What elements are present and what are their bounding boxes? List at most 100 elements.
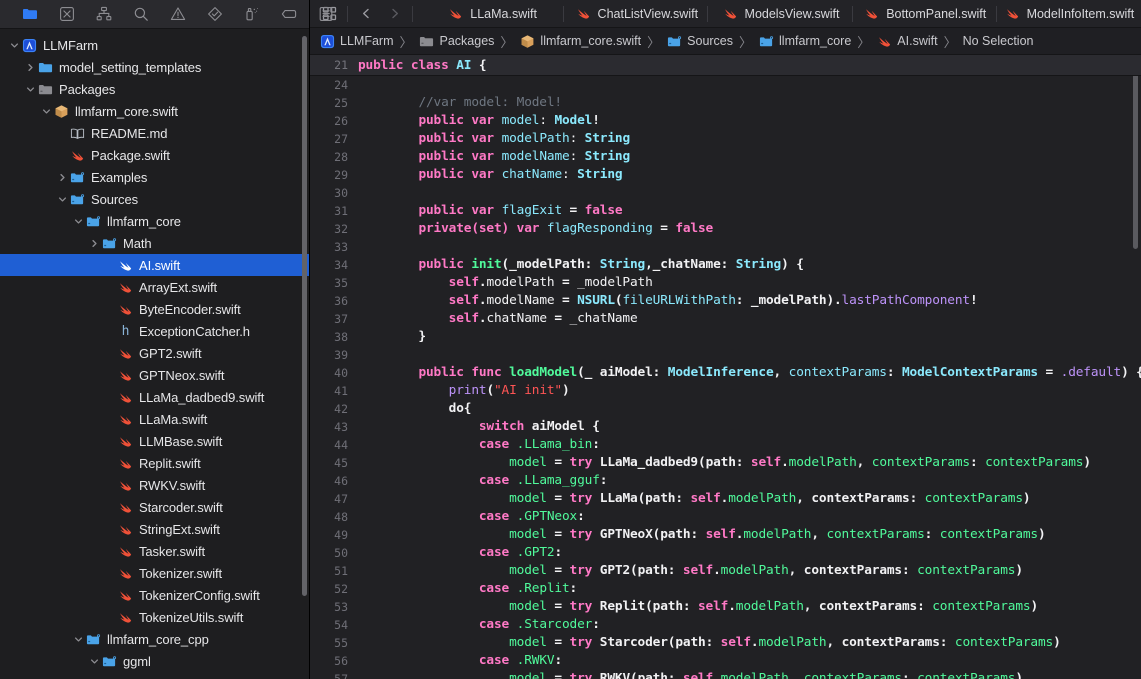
code-line[interactable]: 55 model = try Starcoder(path: self.mode… [310,634,1141,652]
code-line[interactable]: 37 self.chatName = _chatName [310,310,1141,328]
code-line[interactable]: 56 case .RWKV: [310,652,1141,670]
test-diamond-icon[interactable] [207,6,223,23]
file-tree-row[interactable]: Starcoder.swift [0,496,309,518]
search-icon[interactable] [133,6,149,23]
code-line[interactable]: 57 model = try RWKV(path: self.modelPath… [310,670,1141,679]
code-line[interactable]: 25 //var model: Model! [310,94,1141,112]
code-line[interactable]: 24 [310,76,1141,94]
open-file-tabs[interactable]: LLaMa.swift ChatListView.swift ModelsView.… [420,0,1141,28]
editor-tab[interactable]: ModelsView.swift [708,0,853,28]
code-line[interactable]: 28 public var modelName: String [310,148,1141,166]
file-tree-row[interactable]: README.md [0,122,309,144]
breadcrumb-item[interactable]: llmfarm_core [758,34,851,49]
editor-tab[interactable]: LLaMa.swift [420,0,565,28]
source-editor[interactable]: 21 public class AI { 24 25 //var model: M… [310,55,1141,679]
chevron-left-icon[interactable] [353,3,379,25]
code-line[interactable]: 31 public var flagExit = false [310,202,1141,220]
source-control-icon[interactable] [59,6,75,23]
code-line[interactable]: 43 switch aiModel { [310,418,1141,436]
code-line[interactable]: 38 } [310,328,1141,346]
file-tree-row[interactable]: Tasker.swift [0,540,309,562]
code-line[interactable]: 48 case .GPTNeox: [310,508,1141,526]
breadcrumb-item[interactable]: Packages [419,34,494,49]
editor-tab[interactable]: ModelInfoItem.swift [997,0,1141,28]
file-tree-row[interactable]: model_setting_templates [0,56,309,78]
code-line[interactable]: 45 model = try LLaMa_dadbed9(path: self.… [310,454,1141,472]
code-line[interactable]: 44 case .LLama_bin: [310,436,1141,454]
disclosure-triangle[interactable] [55,173,69,182]
file-tree-row[interactable]: StringExt.swift [0,518,309,540]
code-line[interactable]: 52 case .Replit: [310,580,1141,598]
code-line[interactable]: 36 self.modelName = NSURL(fileURLWithPat… [310,292,1141,310]
code-line[interactable]: 47 model = try LLaMa(path: self.modelPat… [310,490,1141,508]
disclosure-triangle[interactable] [87,239,101,248]
breadcrumb-item[interactable]: AI.swift [876,34,938,49]
file-tree[interactable]: LLMFarm model_setting_templates Packages ll… [0,29,309,679]
code-line[interactable]: 27 public var modelPath: String [310,130,1141,148]
file-tree-row[interactable]: Packages [0,78,309,100]
code-line[interactable]: 34 public init(_modelPath: String,_chatN… [310,256,1141,274]
code-line[interactable]: 42 do{ [310,400,1141,418]
debug-spray-icon[interactable] [244,6,260,23]
editor-tab[interactable]: BottomPanel.swift [853,0,998,28]
file-tree-row[interactable]: ggml [0,650,309,672]
code-line[interactable]: 41 print("AI init") [310,382,1141,400]
code-line[interactable]: 53 model = try Replit(path: self.modelPa… [310,598,1141,616]
file-tree-row[interactable]: LLaMa.swift [0,408,309,430]
file-tree-row[interactable]: ByteEncoder.swift [0,298,309,320]
file-tree-row[interactable]: Replit.swift [0,452,309,474]
folder-icon[interactable] [22,6,38,23]
file-tree-row[interactable]: LLaMa_dadbed9.swift [0,386,309,408]
file-tree-row[interactable]: llmfarm_core.swift [0,100,309,122]
file-tree-row-selected[interactable]: AI.swift [0,254,309,276]
disclosure-triangle[interactable] [71,635,85,644]
code-line[interactable]: 51 model = try GPT2(path: self.modelPath… [310,562,1141,580]
file-tree-row[interactable]: ArrayExt.swift [0,276,309,298]
breadcrumb-item[interactable]: llmfarm_core.swift [519,34,641,49]
report-list-icon[interactable] [318,6,334,23]
file-tree-row[interactable]: GPTNeox.swift [0,364,309,386]
navigator-scrollbar[interactable] [302,36,307,596]
code-line[interactable]: 46 case .LLama_gguf: [310,472,1141,490]
breakpoint-tag-icon[interactable] [281,6,297,23]
file-tree-row[interactable]: Tokenizer.swift [0,562,309,584]
code-line[interactable]: 50 case .GPT2: [310,544,1141,562]
breadcrumb-item[interactable]: Sources [666,34,733,49]
breadcrumb[interactable]: LLMFarm 〉 Packages 〉 llmfarm_core.swift 〉 Sour… [310,28,1141,55]
disclosure-triangle[interactable] [23,63,37,72]
file-tree-row[interactable]: Examples [0,166,309,188]
code-line[interactable]: 33 [310,238,1141,256]
file-tree-row[interactable]: LLMBase.swift [0,430,309,452]
code-line[interactable]: 30 [310,184,1141,202]
symbol-hierarchy-icon[interactable] [96,6,112,23]
code-line[interactable]: 49 model = try GPTNeoX(path: self.modelP… [310,526,1141,544]
code-line[interactable]: 26 public var model: Model! [310,112,1141,130]
chevron-right-icon[interactable] [381,3,407,25]
editor-scrollbar[interactable] [1133,59,1138,249]
disclosure-triangle[interactable] [71,217,85,226]
disclosure-triangle[interactable] [39,107,53,116]
file-tree-row[interactable]: TokenizeUtils.swift [0,606,309,628]
disclosure-triangle[interactable] [23,85,37,94]
file-tree-row[interactable]: h ExceptionCatcher.h [0,320,309,342]
code-line[interactable]: 32 private(set) var flagResponding = fal… [310,220,1141,238]
disclosure-triangle[interactable] [87,657,101,666]
editor-tab[interactable]: ChatListView.swift [564,0,709,28]
issue-warning-icon[interactable] [170,6,186,23]
file-tree-row[interactable]: TokenizerConfig.swift [0,584,309,606]
file-tree-row[interactable]: Math [0,232,309,254]
file-tree-row[interactable]: GPT2.swift [0,342,309,364]
breadcrumb-item[interactable]: No Selection [963,34,1034,48]
file-tree-row[interactable]: RWKV.swift [0,474,309,496]
disclosure-triangle[interactable] [7,41,21,50]
code-lines[interactable]: 24 25 //var model: Model! 26 public var mo… [310,76,1141,679]
file-tree-row[interactable]: Sources [0,188,309,210]
file-tree-row[interactable]: Package.swift [0,144,309,166]
file-tree-row[interactable]: llmfarm_core [0,210,309,232]
file-tree-row[interactable]: llmfarm_core_cpp [0,628,309,650]
disclosure-triangle[interactable] [55,195,69,204]
code-line[interactable]: 39 [310,346,1141,364]
breadcrumb-item[interactable]: LLMFarm [319,34,393,49]
code-line[interactable]: 35 self.modelPath = _modelPath [310,274,1141,292]
code-line[interactable]: 54 case .Starcoder: [310,616,1141,634]
